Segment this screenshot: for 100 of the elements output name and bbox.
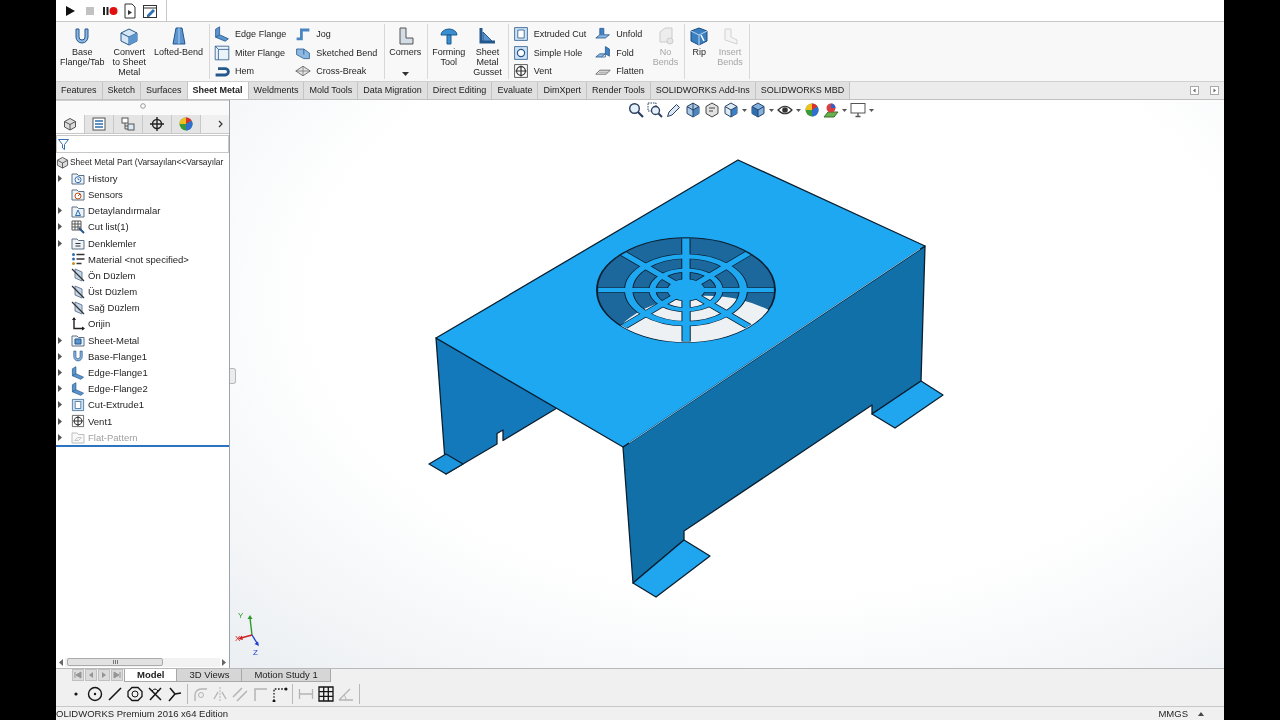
expand-arrow-icon[interactable]	[58, 385, 62, 393]
command-tab[interactable]: Evaluate	[492, 82, 539, 99]
caret-down-icon[interactable]	[869, 108, 874, 112]
command-tab[interactable]: SOLIDWORKS Add-Ins	[650, 82, 756, 99]
command-button[interactable]: Forming Tool	[429, 24, 469, 79]
command-button[interactable]: Flatten	[592, 62, 648, 81]
tree-item[interactable]: Üst Düzlem	[71, 284, 138, 300]
tree-item[interactable]: Sensors	[71, 186, 123, 202]
command-tab[interactable]: DimXpert	[538, 82, 587, 99]
tree-item[interactable]: Base-Flange1	[71, 348, 148, 364]
caret-down-icon[interactable]	[742, 108, 747, 112]
command-tab[interactable]: Features	[56, 82, 103, 99]
command-button[interactable]: Corners	[386, 24, 425, 79]
edit-macro-icon[interactable]	[142, 2, 158, 19]
command-tab[interactable]: SOLIDWORKS MBD	[755, 82, 851, 99]
tree-item[interactable]: History	[71, 170, 118, 186]
bottom-tab[interactable]: Motion Study 1	[241, 669, 331, 682]
extend-icon[interactable]	[167, 686, 183, 702]
tree-item[interactable]: Sağ Düzlem	[71, 300, 140, 316]
tree-item[interactable]: Sheet Metal Part (Varsayılan<<Varsayılar	[56, 154, 224, 170]
splitter-handle-icon[interactable]	[139, 103, 146, 109]
command-button[interactable]: Convert to Sheet Metal	[109, 24, 150, 79]
filter-field[interactable]	[56, 135, 229, 153]
line-icon[interactable]	[107, 686, 123, 702]
command-button[interactable]: Lofted-Bend	[151, 24, 207, 79]
tree-item[interactable]: Material <not specified>	[71, 251, 189, 267]
color-ball-icon[interactable]	[804, 102, 820, 118]
bottom-tab[interactable]: 3D Views	[176, 669, 243, 682]
point-icon[interactable]	[73, 691, 79, 697]
tree-item[interactable]: Edge-Flange1	[71, 365, 148, 381]
chevron-right-icon[interactable]	[218, 120, 223, 128]
trim-icon[interactable]	[147, 686, 163, 702]
scene-icon[interactable]	[823, 102, 839, 118]
command-button[interactable]: Jog	[292, 25, 382, 44]
tree-item[interactable]: Orijin	[71, 316, 111, 332]
scroll-right-icon[interactable]	[222, 658, 226, 666]
expand-arrow-icon[interactable]	[58, 417, 62, 425]
panel-collapse-handle[interactable]	[230, 368, 236, 384]
zoom-area-icon[interactable]	[647, 102, 663, 118]
tree-item[interactable]: Sheet-Metal	[71, 332, 140, 348]
expand-arrow-icon[interactable]	[58, 223, 62, 231]
command-tab[interactable]: Data Migration	[358, 82, 428, 99]
tree-item[interactable]: Cut-Extrude1	[71, 397, 144, 413]
polygon-icon[interactable]	[127, 686, 143, 702]
tree-item[interactable]: Edge-Flange2	[71, 381, 148, 397]
circle-icon[interactable]	[87, 686, 103, 702]
scroll-left-icon[interactable]	[59, 658, 63, 666]
expand-arrow-icon[interactable]	[58, 174, 62, 182]
expand-arrow-icon[interactable]	[58, 401, 62, 409]
command-tab[interactable]: Direct Editing	[427, 82, 493, 99]
expand-arrow-icon[interactable]	[58, 239, 62, 247]
macro-document-icon[interactable]	[122, 2, 138, 19]
tree-item[interactable]: Vent1	[71, 413, 113, 429]
command-button[interactable]: Miter Flange	[211, 43, 291, 62]
caret-down-icon[interactable]	[842, 108, 847, 112]
command-button[interactable]: Extruded Cut	[509, 25, 591, 44]
expand-arrow-icon[interactable]	[58, 369, 62, 377]
command-button[interactable]: Fold	[592, 43, 648, 62]
panel-tab[interactable]	[143, 115, 172, 133]
command-tab[interactable]: Surfaces	[141, 82, 188, 99]
command-button[interactable]: Rip	[686, 24, 713, 79]
view-cube-icon[interactable]	[723, 102, 739, 118]
pencil-icon[interactable]	[666, 102, 682, 118]
expand-arrow-icon[interactable]	[58, 352, 62, 360]
tree-item[interactable]: Ön Düzlem	[71, 267, 136, 283]
tree-item[interactable]: Detaylandırmalar	[71, 203, 161, 219]
expand-arrow-icon[interactable]	[58, 336, 62, 344]
panel-tab[interactable]	[56, 115, 85, 133]
command-button[interactable]: Sheet Metal Gusset	[470, 24, 505, 79]
caret-up-icon[interactable]	[1198, 711, 1204, 716]
annotation-icon[interactable]	[704, 102, 720, 118]
command-button[interactable]: Simple Hole	[509, 43, 591, 62]
command-tab[interactable]: Sheet Metal	[187, 82, 249, 99]
arrow-right-icon[interactable]	[1210, 86, 1219, 95]
tree-item[interactable]: Denklemler	[71, 235, 137, 251]
monitor-icon[interactable]	[850, 102, 866, 118]
tree-item[interactable]: Cut list(1)	[71, 219, 129, 235]
command-button[interactable]: Cross-Break	[292, 62, 382, 81]
expand-arrow-icon[interactable]	[58, 433, 62, 441]
dotted-line-icon[interactable]	[272, 686, 288, 702]
command-button[interactable]: Unfold	[592, 25, 648, 44]
command-button[interactable]: Edge Flange	[211, 25, 291, 44]
scrollbar-thumb[interactable]	[67, 658, 163, 666]
command-tab[interactable]: Sketch	[102, 82, 142, 99]
bottom-tab[interactable]: Model	[124, 669, 178, 682]
command-button[interactable]: Sketched Bend	[292, 43, 382, 62]
grid-icon[interactable]	[318, 686, 334, 702]
zoom-icon[interactable]	[628, 102, 644, 118]
command-button[interactable]: Hem	[211, 62, 291, 81]
arrow-left-icon[interactable]	[1190, 86, 1199, 95]
command-button[interactable]: Base Flange/Tab	[57, 24, 108, 79]
unit-system-selector[interactable]: MMGS	[1158, 708, 1188, 719]
caret-down-icon[interactable]	[796, 108, 801, 112]
rollback-bar[interactable]	[56, 445, 229, 448]
expand-arrow-icon[interactable]	[58, 207, 62, 215]
sheet-metal-enclosure-drawing[interactable]	[428, 159, 944, 598]
command-button[interactable]: Vent	[509, 62, 591, 81]
section-cube-icon[interactable]	[685, 102, 701, 118]
command-tab[interactable]: Render Tools	[586, 82, 651, 99]
caret-down-icon[interactable]	[769, 108, 774, 112]
